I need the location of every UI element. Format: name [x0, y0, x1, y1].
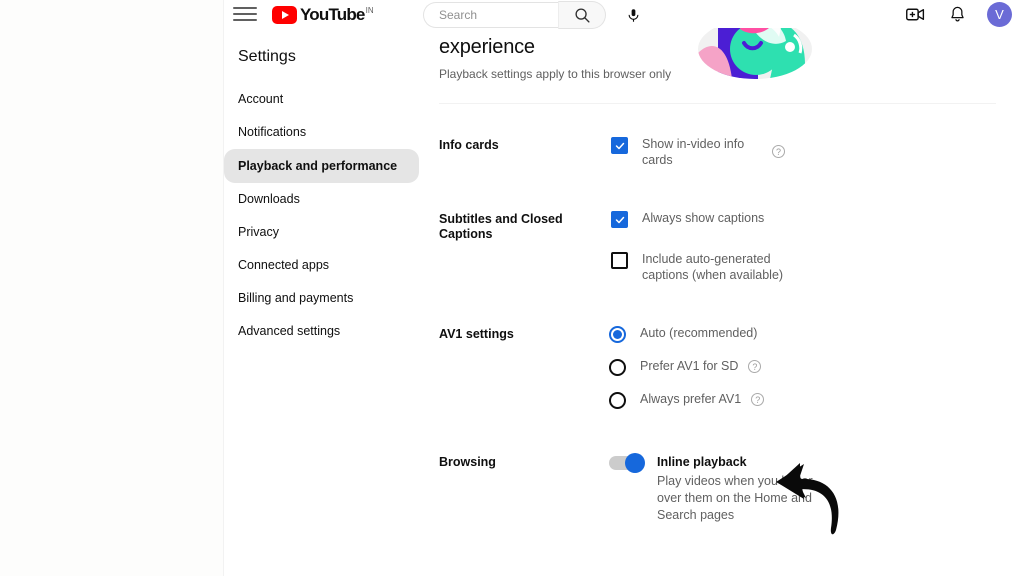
section-label: Info cards	[439, 138, 499, 152]
checkmark-icon	[615, 216, 624, 223]
option-label: Show in-video info cards	[642, 137, 745, 167]
search-box[interactable]	[423, 2, 558, 28]
section-label: Subtitles and Closed Captions	[439, 212, 563, 241]
avatar[interactable]: V	[987, 1, 1012, 27]
option-show-info-cards[interactable]: Show in-video info cards ?	[611, 136, 1024, 168]
section-label: AV1 settings	[439, 327, 514, 341]
help-circle-icon[interactable]: ?	[772, 145, 785, 158]
radio-option-auto[interactable]: Auto (recommended)	[609, 325, 1024, 343]
youtube-logo[interactable]: YouTube IN	[272, 5, 374, 24]
youtube-country-code: IN	[365, 5, 374, 15]
screenshot-root: YouTube IN Search V Settings Account Not…	[0, 0, 1024, 576]
option-label: Prefer AV1 for SD	[640, 359, 739, 373]
option-label: Include auto-generated captions (when av…	[642, 252, 784, 282]
sidebar-item-advanced-settings[interactable]: Advanced settings	[224, 320, 429, 342]
help-circle-icon[interactable]: ?	[751, 393, 765, 406]
search-area	[423, 1, 647, 29]
radio-option-always-prefer-av1[interactable]: Always prefer AV1 ?	[609, 391, 1024, 409]
section-info-cards: Info cards Show in-video info cards ?	[430, 136, 1024, 168]
sidebar-item-label: Playback and performance	[238, 159, 398, 173]
include-auto-captions-checkbox[interactable]	[611, 252, 628, 269]
show-info-cards-checkbox[interactable]	[611, 137, 628, 154]
always-show-captions-checkbox[interactable]	[611, 211, 628, 228]
create-video-icon	[905, 8, 924, 20]
section-browsing: Browsing Inline playback Play videos whe…	[430, 453, 1024, 524]
section-label: Browsing	[439, 455, 496, 469]
youtube-app: YouTube IN Search V Settings Account Not…	[224, 0, 1024, 576]
avatar-letter: V	[995, 6, 1004, 22]
sidebar-list: Account Notifications Playback and perfo…	[224, 88, 429, 342]
option-label: Always show captions	[642, 211, 765, 225]
av1-prefer-sd-radio[interactable]	[609, 359, 626, 376]
microphone-icon	[628, 8, 638, 22]
sidebar-item-downloads[interactable]: Downloads	[224, 188, 429, 210]
section-av1-settings: AV1 settings Auto (recommended) Prefer A…	[430, 325, 1024, 409]
content-divider	[439, 103, 996, 104]
search-input[interactable]	[439, 8, 549, 22]
help-circle-icon[interactable]: ?	[748, 360, 762, 373]
sidebar-item-account[interactable]: Account	[224, 88, 429, 110]
sidebar-item-label: Connected apps	[238, 258, 330, 272]
toggle-knob	[625, 453, 645, 473]
settings-sidebar: Settings Account Notifications Playback …	[224, 40, 429, 353]
search-button[interactable]	[558, 1, 606, 29]
section-body: Auto (recommended) Prefer AV1 for SD ? A…	[609, 325, 1024, 409]
section-subtitles-closed-captions: Subtitles and Closed Captions Always sho…	[430, 210, 1024, 283]
cartoon-avatar-illustration	[698, 19, 812, 79]
inline-playback-text: Inline playback Play videos when you hov…	[657, 453, 817, 524]
masthead-right-actions: V	[903, 0, 1022, 28]
sidebar-item-label: Account	[238, 92, 284, 106]
bell-icon	[950, 6, 964, 21]
sidebar-item-label: Notifications	[238, 125, 307, 139]
section-body: Inline playback Play videos when you hov…	[609, 453, 1024, 524]
option-label: Always prefer AV1	[640, 392, 742, 406]
sidebar-item-label: Advanced settings	[238, 324, 341, 338]
sidebar-item-notifications[interactable]: Notifications	[224, 121, 429, 143]
youtube-play-icon	[272, 5, 297, 24]
inline-playback-toggle[interactable]	[609, 453, 645, 473]
option-include-auto-generated-captions[interactable]: Include auto-generated captions (when av…	[611, 251, 1024, 283]
sidebar-item-label: Downloads	[238, 192, 300, 206]
section-body: Always show captions Include auto-genera…	[611, 210, 1024, 283]
hamburger-menu-icon[interactable]	[233, 2, 257, 26]
voice-search-button[interactable]	[619, 1, 647, 29]
section-body: Show in-video info cards ?	[611, 136, 1024, 168]
sidebar-item-connected-apps[interactable]: Connected apps	[224, 254, 429, 276]
option-label: Auto (recommended)	[640, 326, 758, 340]
create-video-button[interactable]	[903, 2, 927, 26]
av1-auto-radio[interactable]	[609, 326, 626, 343]
option-title: Inline playback	[657, 455, 747, 469]
option-always-show-captions[interactable]: Always show captions	[611, 210, 1024, 228]
checkmark-icon	[615, 142, 624, 149]
sidebar-item-label: Privacy	[238, 225, 279, 239]
settings-content: experience Playback settings apply to th…	[430, 28, 1024, 524]
notifications-button[interactable]	[945, 2, 969, 26]
option-inline-playback[interactable]: Inline playback Play videos when you hov…	[609, 453, 1024, 524]
sidebar-item-playback-and-performance[interactable]: Playback and performance	[224, 149, 419, 183]
radio-option-prefer-av1-sd[interactable]: Prefer AV1 for SD ?	[609, 358, 1024, 376]
option-description: Play videos when you hover over them on …	[657, 474, 813, 522]
youtube-logo-text: YouTube	[300, 4, 365, 24]
channel-banner-image	[698, 19, 812, 79]
masthead: YouTube IN Search V	[224, 0, 1024, 29]
av1-always-prefer-radio[interactable]	[609, 392, 626, 409]
sidebar-title: Settings	[238, 48, 296, 65]
sidebar-item-label: Billing and payments	[238, 291, 354, 305]
page-left-gutter	[0, 0, 224, 576]
search-icon	[574, 7, 590, 23]
sidebar-item-billing-and-payments[interactable]: Billing and payments	[224, 287, 429, 309]
sidebar-item-privacy[interactable]: Privacy	[224, 221, 429, 243]
